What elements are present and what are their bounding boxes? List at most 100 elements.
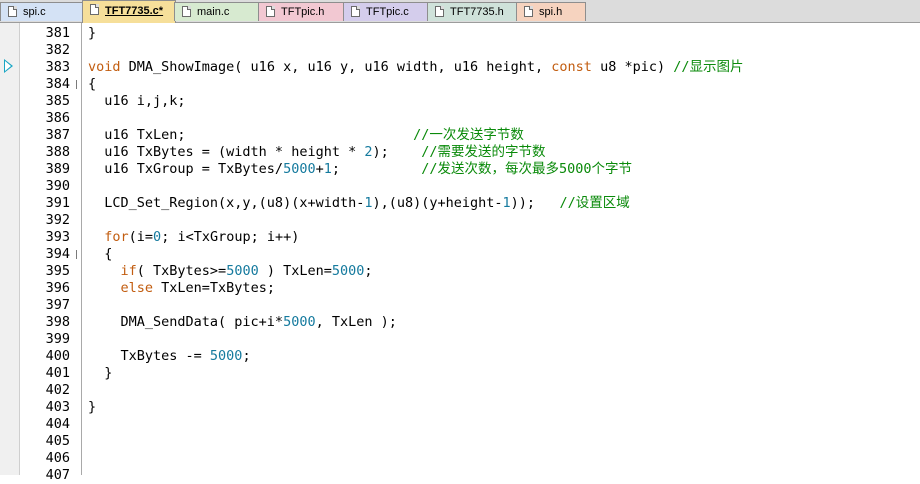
code-line[interactable]: TxBytes -= 5000; xyxy=(88,348,918,365)
code-token: ( TxBytes>= xyxy=(136,263,227,279)
line-number: 381 xyxy=(45,25,70,41)
tab-main-c[interactable]: main.c xyxy=(174,2,260,21)
line-number: 398 xyxy=(45,314,70,330)
code-token: } xyxy=(88,25,97,41)
line-number: 397 xyxy=(45,297,70,313)
tab-tftpic-c[interactable]: TFTpic.c xyxy=(343,2,429,21)
code-line[interactable]: if( TxBytes>=5000 ) TxLen=5000; xyxy=(88,263,918,280)
code-line[interactable]: u16 i,j,k; xyxy=(88,93,918,110)
code-token: u8 *pic) xyxy=(591,59,674,75)
code-token: ; xyxy=(242,348,251,364)
code-line[interactable] xyxy=(88,297,918,314)
line-number: 404 xyxy=(45,416,70,432)
line-number: 386 xyxy=(45,110,70,126)
code-line[interactable]: u16 TxGroup = TxBytes/5000+1; //发送次数，每次最… xyxy=(88,161,918,178)
code-token: , TxLen ); xyxy=(315,314,397,330)
comment-token: //发送次数，每次最多5000个字节 xyxy=(421,161,633,177)
breakpoint-margin[interactable] xyxy=(0,23,20,475)
code-line[interactable]: } xyxy=(88,365,918,382)
code-line[interactable] xyxy=(88,450,918,467)
keyword-token: void xyxy=(88,59,121,75)
code-line[interactable]: else TxLen=TxBytes; xyxy=(88,280,918,297)
number-token: 5000 xyxy=(283,161,316,177)
line-number: 395 xyxy=(45,263,70,279)
file-icon xyxy=(182,6,191,17)
tab-label: TFTpic.c xyxy=(366,6,409,18)
line-number: 405 xyxy=(45,433,70,449)
number-token: 0 xyxy=(153,229,162,245)
line-number: 388 xyxy=(45,144,70,160)
code-token: LCD_Set_Region(x,y,(u8)(x+width- xyxy=(88,195,365,211)
code-line[interactable]: u16 TxBytes = (width * height * 2); //需要… xyxy=(88,144,918,161)
code-line[interactable] xyxy=(88,178,918,195)
line-number: 383 xyxy=(45,59,70,75)
code-line[interactable]: void DMA_ShowImage( u16 x, u16 y, u16 wi… xyxy=(88,59,918,76)
keyword-token: for xyxy=(104,229,129,245)
line-number: 387 xyxy=(45,127,70,143)
keyword-token: if xyxy=(120,263,137,279)
line-number: 392 xyxy=(45,212,70,228)
code-line[interactable]: u16 TxLen; //一次发送字节数 xyxy=(88,127,918,144)
tab-tftpic-h[interactable]: TFTpic.h xyxy=(258,2,345,21)
code-line[interactable] xyxy=(88,467,918,484)
code-line[interactable]: DMA_SendData( pic+i*5000, TxLen ); xyxy=(88,314,918,331)
code-editor[interactable]: 381} 382 383 void DMA_ShowImage( u16 x, u16… xyxy=(0,23,920,483)
code-line[interactable] xyxy=(88,382,918,399)
tab-spi-c[interactable]: spi.c xyxy=(0,2,84,21)
number-token: 5000 xyxy=(331,263,365,279)
code-token: + xyxy=(315,161,324,177)
code-token: { xyxy=(88,246,113,262)
line-number: 401 xyxy=(45,365,70,381)
number-token: 1 xyxy=(502,195,511,211)
line-number: 389 xyxy=(45,161,70,177)
line-number: 396 xyxy=(45,280,70,296)
line-number: 391 xyxy=(45,195,70,211)
code-line[interactable] xyxy=(88,433,918,450)
fold-marker-icon[interactable] xyxy=(76,80,77,89)
keyword-token: const xyxy=(551,59,592,75)
line-number: 394 xyxy=(45,246,70,262)
file-icon xyxy=(524,6,533,17)
code-token: } xyxy=(88,399,97,415)
comment-token: //一次发送字节数 xyxy=(413,127,524,143)
code-token: DMA_ShowImage( u16 x, u16 y, u16 width, … xyxy=(120,59,552,75)
code-token: ) TxLen= xyxy=(258,263,332,279)
code-line[interactable] xyxy=(88,42,918,59)
comment-token: //需要发送的字节数 xyxy=(421,144,546,160)
code-token: } xyxy=(88,365,113,381)
code-line[interactable] xyxy=(88,331,918,348)
line-number: 384 xyxy=(45,76,70,92)
file-icon xyxy=(266,6,275,17)
code-token: u16 TxGroup = TxBytes/ xyxy=(88,161,284,177)
tab-spi-h[interactable]: spi.h xyxy=(516,2,586,21)
code-line[interactable]: { xyxy=(88,76,918,93)
code-token: ); xyxy=(372,144,422,160)
code-line[interactable] xyxy=(88,416,918,433)
code-line[interactable] xyxy=(88,110,918,127)
code-line[interactable]: } xyxy=(88,25,918,42)
code-line[interactable]: { xyxy=(88,246,918,263)
keyword-token: else xyxy=(120,280,154,296)
number-token: 5000 xyxy=(209,348,243,364)
fold-column[interactable] xyxy=(74,23,82,475)
code-line[interactable]: LCD_Set_Region(x,y,(u8)(x+width- 1),(u8)(… xyxy=(88,195,918,212)
current-line-arrow-icon xyxy=(4,59,13,73)
tab-label: spi.h xyxy=(539,6,563,18)
code-token: )); xyxy=(510,195,560,211)
code-line[interactable] xyxy=(88,212,918,229)
code-token: (i= xyxy=(128,229,154,245)
tab-tft7735-c[interactable]: TFT7735.c* xyxy=(82,0,176,23)
code-token: DMA_SendData( pic+i* xyxy=(88,314,284,330)
code-token: u16 TxBytes = (width * height * xyxy=(88,144,365,160)
tab-label: main.c xyxy=(197,6,230,18)
code-line[interactable]: for(i=0; i<TxGroup; i++) xyxy=(88,229,918,246)
code-line[interactable]: } xyxy=(88,399,918,416)
tab-tft7735-h[interactable]: TFT7735.h xyxy=(427,2,518,21)
fold-marker-icon[interactable] xyxy=(76,250,77,259)
file-icon xyxy=(90,4,99,15)
code-token: u16 i,j,k; xyxy=(88,93,186,109)
file-tab-bar: spi.c TFT7735.c* main.c TFTpic.h TFTpic.c TFT… xyxy=(0,0,920,23)
